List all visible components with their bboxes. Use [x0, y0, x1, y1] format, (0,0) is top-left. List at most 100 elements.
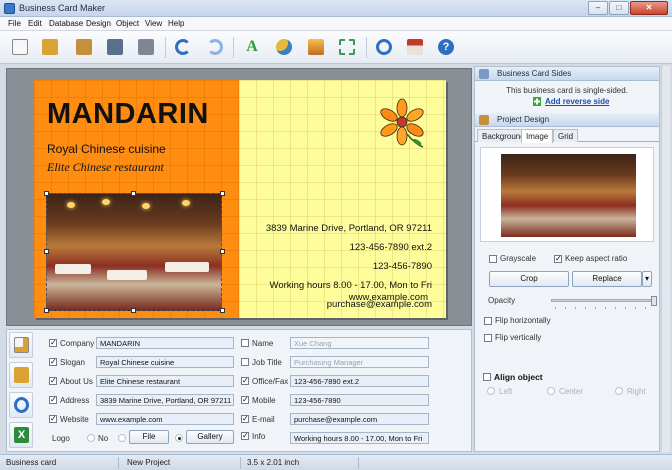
- print-button[interactable]: [134, 36, 158, 59]
- card-mobile[interactable]: 123-456-7890: [373, 261, 432, 272]
- logo-file-radio[interactable]: [118, 434, 126, 442]
- excel-button[interactable]: X: [9, 422, 33, 448]
- about-checkbox[interactable]: ✓: [49, 377, 57, 385]
- resize-handle[interactable]: [44, 191, 49, 196]
- company-input[interactable]: MANDARIN: [96, 337, 234, 349]
- resize-handle[interactable]: [220, 191, 225, 196]
- mobile-checkbox[interactable]: ✓: [241, 396, 249, 404]
- slogan-checkbox[interactable]: ✓: [49, 358, 57, 366]
- business-card[interactable]: MANDARIN Royal Chinese cuisine Elite Chi…: [34, 80, 446, 318]
- resize-handle[interactable]: [131, 308, 136, 313]
- job-title-checkbox[interactable]: [241, 358, 249, 366]
- opacity-slider[interactable]: [551, 296, 657, 306]
- shapes-icon: [276, 39, 292, 55]
- card-office[interactable]: 123-456-7890 ext.2: [350, 242, 432, 253]
- save-button[interactable]: [103, 36, 127, 59]
- align-right-radio[interactable]: [615, 387, 623, 395]
- logo-no-radio[interactable]: [87, 434, 95, 442]
- undo-button[interactable]: [171, 36, 195, 59]
- fit-button[interactable]: [335, 36, 359, 59]
- home-button[interactable]: [403, 36, 427, 59]
- app-icon: [4, 3, 15, 14]
- opacity-slider-thumb[interactable]: [651, 296, 657, 306]
- card-about[interactable]: Elite Chinese restaurant: [47, 160, 164, 175]
- book-icon: [14, 367, 29, 383]
- card-photo[interactable]: [46, 193, 222, 311]
- text-button[interactable]: A: [240, 36, 264, 59]
- card-website[interactable]: www.example.com: [349, 292, 428, 303]
- tab-grid[interactable]: Grid: [553, 129, 579, 142]
- email-checkbox[interactable]: ✓: [241, 415, 249, 423]
- design-canvas[interactable]: MANDARIN Royal Chinese cuisine Elite Chi…: [6, 68, 472, 326]
- address-input[interactable]: 3839 Marine Drive, Portland, OR 97211: [96, 394, 234, 406]
- address-checkbox[interactable]: ✓: [49, 396, 57, 404]
- align-object-checkbox[interactable]: [483, 373, 491, 381]
- sides-panel-header[interactable]: Business Card Sides: [475, 67, 659, 81]
- slogan-input[interactable]: Royal Chinese cuisine: [96, 356, 234, 368]
- card-address[interactable]: 3839 Marine Drive, Portland, OR 97211: [266, 223, 432, 234]
- new-button[interactable]: [8, 36, 32, 59]
- close-button[interactable]: ✕: [630, 1, 668, 15]
- image-button[interactable]: [304, 36, 328, 59]
- menu-help[interactable]: Help: [168, 19, 184, 28]
- grayscale-checkbox[interactable]: [489, 255, 497, 263]
- open-button[interactable]: [38, 36, 62, 59]
- info-checkbox[interactable]: ✓: [241, 432, 249, 440]
- resize-handle[interactable]: [44, 249, 49, 254]
- flip-horizontal-checkbox[interactable]: [484, 317, 492, 325]
- add-reverse-side-link[interactable]: Add reverse side: [545, 97, 609, 106]
- email-input[interactable]: purchase@example.com: [290, 413, 429, 425]
- minimize-button[interactable]: –: [588, 1, 608, 15]
- menu-view[interactable]: View: [145, 19, 162, 28]
- align-left-radio[interactable]: [487, 387, 495, 395]
- status-project: New Project: [127, 458, 171, 467]
- help-button[interactable]: ?: [434, 36, 458, 59]
- book-button[interactable]: [9, 362, 33, 388]
- replace-button[interactable]: Replace: [572, 271, 642, 287]
- resize-handle[interactable]: [44, 308, 49, 313]
- menu-edit[interactable]: Edit: [28, 19, 42, 28]
- panel-scrollbar[interactable]: [661, 66, 670, 452]
- maximize-button[interactable]: □: [609, 1, 629, 15]
- text-icon: A: [246, 38, 258, 55]
- mobile-input[interactable]: 123-456-7890: [290, 394, 429, 406]
- card-slogan[interactable]: Royal Chinese cuisine: [47, 142, 166, 156]
- menu-design[interactable]: Design: [86, 19, 111, 28]
- clipboard-button[interactable]: [72, 36, 96, 59]
- flower-clipart[interactable]: [377, 98, 427, 148]
- about-input[interactable]: Elite Chinese restaurant: [96, 375, 234, 387]
- office-input[interactable]: 123-456-7890 ext.2: [290, 375, 429, 387]
- logo-gallery-button[interactable]: Gallery: [186, 430, 234, 444]
- menu-object[interactable]: Object: [116, 19, 139, 28]
- resize-handle[interactable]: [131, 191, 136, 196]
- card-company[interactable]: MANDARIN: [47, 98, 209, 131]
- edit-button[interactable]: [9, 332, 33, 358]
- search-user-button[interactable]: [9, 392, 33, 418]
- replace-dropdown-button[interactable]: ▾: [642, 271, 652, 287]
- menu-database[interactable]: Database: [49, 19, 83, 28]
- name-input[interactable]: Xue Chang: [290, 337, 429, 349]
- zoom-button[interactable]: [372, 36, 396, 59]
- logo-file-button[interactable]: File: [129, 430, 169, 444]
- office-checkbox[interactable]: ✓: [241, 377, 249, 385]
- menu-file[interactable]: File: [8, 19, 21, 28]
- job-title-input[interactable]: Purchasing Manager: [290, 356, 429, 368]
- info-input[interactable]: Working hours 8.00 - 17.00, Mon to Fri: [290, 432, 429, 444]
- logo-gallery-radio[interactable]: [175, 434, 183, 442]
- flip-vertical-checkbox[interactable]: [484, 334, 492, 342]
- website-checkbox[interactable]: ✓: [49, 415, 57, 423]
- redo-button[interactable]: [203, 36, 227, 59]
- shapes-button[interactable]: [272, 36, 296, 59]
- website-input[interactable]: www.example.com: [96, 413, 234, 425]
- crop-button[interactable]: Crop: [489, 271, 569, 287]
- tab-image[interactable]: Image: [521, 129, 554, 143]
- design-panel-header[interactable]: Project Design: [475, 113, 659, 127]
- card-info[interactable]: Working hours 8.00 - 17.00, Mon to Fri: [270, 280, 432, 291]
- company-checkbox[interactable]: ✓: [49, 339, 57, 347]
- align-center-label: Center: [559, 387, 584, 396]
- resize-handle[interactable]: [220, 308, 225, 313]
- keep-aspect-checkbox[interactable]: ✓: [554, 255, 562, 263]
- resize-handle[interactable]: [220, 249, 225, 254]
- name-checkbox[interactable]: [241, 339, 249, 347]
- align-center-radio[interactable]: [547, 387, 555, 395]
